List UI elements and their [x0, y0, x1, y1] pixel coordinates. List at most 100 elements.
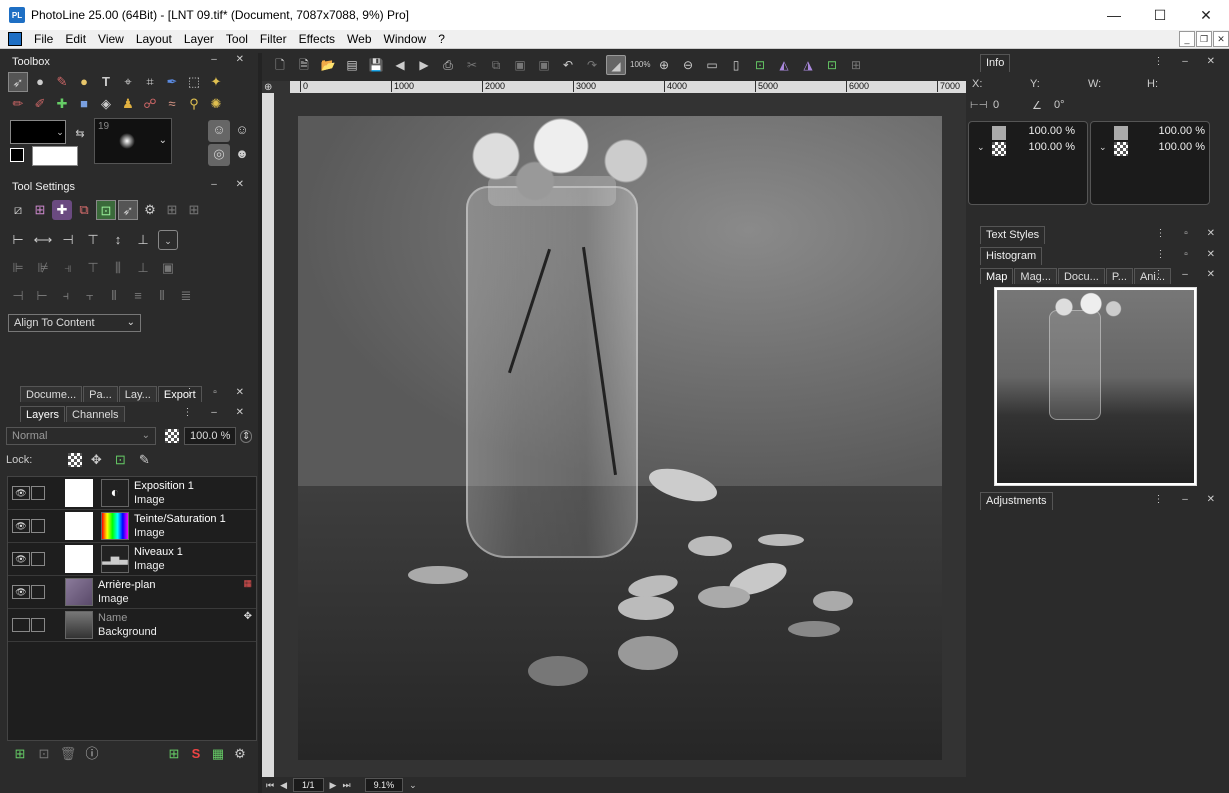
menu-help[interactable]: ? [432, 32, 451, 46]
brush-tool-icon[interactable]: ✎ [52, 72, 72, 92]
histogram-controls[interactable]: ⋮ ▫ ✕ [1156, 249, 1223, 260]
tab-magnifier[interactable]: Mag... [1014, 268, 1057, 284]
align-right-icon[interactable]: ⊣ [58, 230, 78, 250]
snap-grid-icon[interactable]: ⊞ [162, 200, 182, 220]
paste-new-icon[interactable]: ▣ [534, 55, 554, 75]
swap-colors-icon[interactable]: ⇆ [70, 124, 90, 144]
smudge-tool-icon[interactable]: ☍ [140, 94, 160, 114]
layer-effects-icon[interactable]: ⊞ [164, 744, 184, 764]
layer-name[interactable]: Niveaux 1 [134, 545, 183, 559]
zoom-in-icon[interactable]: ⊕ [654, 55, 674, 75]
browser-icon[interactable]: ▤ [342, 55, 362, 75]
layer-mask-thumbnail[interactable] [65, 545, 93, 573]
open-icon[interactable]: 📂 [318, 55, 338, 75]
eye-icon[interactable]: 👁 [12, 585, 30, 599]
layer-row[interactable]: 👁 Teinte/Saturation 1 Image [8, 510, 256, 543]
layer-link-checkbox[interactable] [31, 486, 45, 500]
last-page-icon[interactable]: ⏭ [342, 780, 350, 791]
info-panel-controls[interactable]: ⋮ – ✕ [1154, 56, 1224, 67]
mirror-v-icon[interactable]: ◮ [798, 55, 818, 75]
adjustments-controls[interactable]: ⋮ – ✕ [1154, 494, 1224, 505]
mirror-h-icon[interactable]: ◭ [774, 55, 794, 75]
lock-paint-icon[interactable]: ✎ [134, 450, 154, 470]
align-top-icon[interactable]: ⊤ [83, 230, 103, 250]
tab-layout[interactable]: Lay... [118, 386, 157, 402]
maximize-button[interactable]: ☐ [1137, 0, 1183, 30]
layer-name[interactable]: Name [98, 611, 157, 625]
zoom-field[interactable]: 9.1% [364, 778, 404, 792]
tab-palette[interactable]: Pa... [83, 386, 118, 402]
menu-window[interactable]: Window [378, 32, 433, 46]
new-layer-icon[interactable]: ⊞ [10, 744, 30, 764]
redo-icon[interactable]: ↷ [582, 55, 602, 75]
grid-icon[interactable]: ⊞ [846, 55, 866, 75]
layer-style-icon[interactable]: S [186, 744, 206, 764]
space-h-4-icon[interactable]: ⫟ [80, 286, 100, 306]
eraser-tool-icon[interactable]: ✐ [30, 94, 50, 114]
tab-map[interactable]: Map [980, 268, 1014, 284]
layer-name[interactable]: Exposition 1 [134, 479, 194, 493]
page-indicator[interactable]: 1/1 [293, 778, 324, 792]
copy-icon[interactable]: ⧉ [486, 55, 506, 75]
tab-channels[interactable]: Channels [66, 406, 125, 422]
cut-icon[interactable]: ✂ [462, 55, 482, 75]
light-tool-icon[interactable]: ✺ [206, 94, 226, 114]
distribute-size-icon[interactable]: ▣ [158, 258, 178, 278]
save-icon[interactable]: 💾 [366, 55, 386, 75]
select-object-icon[interactable]: ⊡ [96, 200, 116, 220]
blend-mode-select[interactable]: Normal ⌄ [6, 427, 156, 445]
forward-icon[interactable]: ▶ [414, 55, 434, 75]
background-color-swatch[interactable] [32, 146, 78, 166]
layer-group-icon[interactable]: ⊡ [34, 744, 54, 764]
tab-adjustments[interactable]: Adjustments [980, 491, 1053, 510]
default-colors-icon[interactable] [10, 148, 24, 162]
space-h-5-icon[interactable]: ⫴ [104, 286, 124, 306]
fit-width-icon[interactable]: ▯ [726, 55, 746, 75]
zoom-dropdown-icon[interactable]: ⌄ [409, 780, 417, 791]
crop-tool-icon[interactable]: ⌗ [140, 72, 160, 92]
select-tool-icon[interactable]: ➶ [8, 72, 28, 92]
lock-position-icon[interactable]: ✥ [86, 450, 106, 470]
layer-row[interactable]: Name Background ✥ [8, 609, 256, 642]
grid-select-icon[interactable]: ⊞ [30, 200, 50, 220]
distribute-top-icon[interactable]: ⊤ [83, 258, 103, 278]
anti-alias-icon[interactable]: ◢ [606, 55, 626, 75]
layer-link-checkbox[interactable] [31, 618, 45, 632]
mask-view-icon[interactable]: ☺ [232, 120, 252, 140]
tab-p[interactable]: P... [1105, 268, 1133, 284]
layer-row[interactable]: 👁 Arrière-plan Image ▦ [8, 576, 256, 609]
menu-tool[interactable]: Tool [220, 32, 254, 46]
tab-info[interactable]: Info [980, 53, 1011, 72]
paste-icon[interactable]: ▣ [510, 55, 530, 75]
minimize-button[interactable]: — [1091, 0, 1137, 30]
doc-close-icon[interactable]: ✕ [1213, 31, 1229, 47]
settings-icon[interactable]: ⚙ [140, 200, 160, 220]
gradient-tool-icon[interactable]: ■ [74, 94, 94, 114]
menu-layout[interactable]: Layout [130, 32, 178, 46]
move-icon[interactable]: ✚ [52, 200, 72, 220]
eye-icon[interactable]: 👁 [12, 552, 30, 566]
color-pick-tool-icon[interactable]: ● [74, 72, 94, 92]
layer-name[interactable]: Arrière-plan [98, 578, 155, 592]
layer-link-checkbox[interactable] [31, 552, 45, 566]
tab-histogram[interactable]: Histogram [980, 246, 1043, 265]
info-icon[interactable]: ⓘ [82, 744, 102, 764]
eye-icon[interactable]: 👁 [12, 519, 30, 533]
layers-panel-controls[interactable]: ⋮ – ✕ [183, 407, 253, 418]
magic-wand-tool-icon[interactable]: ✦ [206, 72, 226, 92]
menu-web[interactable]: Web [341, 32, 377, 46]
tab-layers[interactable]: Layers [20, 406, 66, 422]
align-mode-select[interactable]: Align To Content ⌄ [8, 314, 141, 332]
lock-transparency-icon[interactable] [68, 453, 83, 467]
menu-filter[interactable]: Filter [254, 32, 293, 46]
back-icon[interactable]: ◀ [390, 55, 410, 75]
mask-invert-icon[interactable]: ☻ [232, 144, 252, 164]
tab-document[interactable]: Docume... [20, 386, 83, 402]
dropdown-chevron-icon[interactable]: ⌄ [54, 122, 66, 142]
layer-align-icon[interactable]: ⧉ [74, 200, 94, 220]
chevron-down-icon[interactable]: ⌄ [977, 142, 985, 153]
space-h-3-icon[interactable]: ⫞ [56, 286, 76, 306]
layer-effect-icon[interactable]: ▦ [243, 578, 252, 589]
blur-tool-icon[interactable]: ≈ [162, 94, 182, 114]
brush-dropdown-icon[interactable]: ⌄ [159, 135, 167, 146]
